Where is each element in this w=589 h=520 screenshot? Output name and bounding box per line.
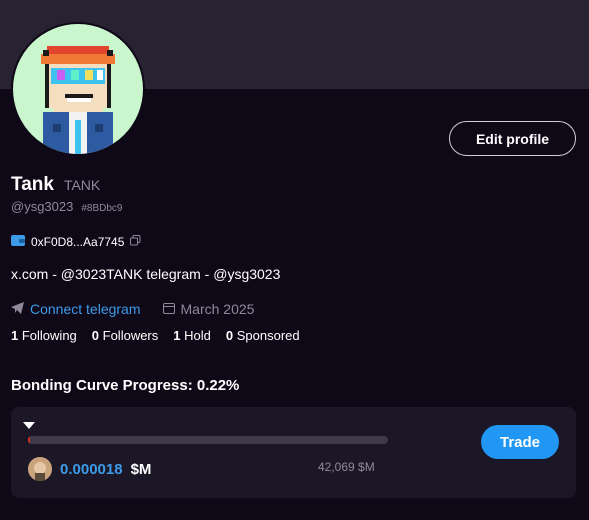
- stat-count: 0: [91, 328, 100, 343]
- stat-following[interactable]: 1 Following: [11, 328, 77, 343]
- coin-row: 0.000018 $M: [28, 457, 151, 481]
- token-unit: $M: [130, 460, 152, 478]
- connect-telegram-link[interactable]: Connect telegram: [30, 301, 141, 317]
- stat-followers[interactable]: 0 Followers: [92, 328, 158, 343]
- telegram-icon: [11, 301, 24, 317]
- stat-label: Following: [21, 328, 77, 343]
- stat-label: Hold: [184, 328, 211, 343]
- stat-hold[interactable]: 1 Hold: [173, 328, 211, 343]
- stat-label: Sponsored: [236, 328, 300, 343]
- profile-bio: x.com - @3023TANK telegram - @ysg3023: [11, 266, 281, 282]
- progress-bar: [28, 436, 388, 444]
- profile-handle: @ysg3023: [11, 199, 74, 214]
- progress-bar-fill: [28, 436, 31, 444]
- stat-count: 1: [11, 328, 19, 343]
- stat-count: 1: [173, 328, 181, 343]
- meta-row: Connect telegram March 2025: [11, 301, 254, 317]
- market-cap-target: 42,069 $M: [318, 460, 375, 474]
- avatar[interactable]: [11, 22, 145, 156]
- stat-label: Followers: [102, 328, 159, 343]
- progress-marker-icon: [23, 422, 35, 429]
- wallet-address: 0xF0D8...Aa7745: [31, 235, 125, 249]
- joined-date: March 2025: [180, 301, 255, 317]
- profile-ticker: TANK: [63, 177, 101, 193]
- calendar-icon: [162, 301, 175, 317]
- token-avatar-icon: [28, 457, 52, 481]
- profile-hash: #8BDbc9: [81, 203, 123, 214]
- wallet-icon: [11, 233, 25, 251]
- bonding-curve-title: Bonding Curve Progress: 0.22%: [11, 377, 240, 394]
- profile-name: Tank: [11, 174, 54, 195]
- token-amount: 0.000018: [60, 460, 123, 478]
- copy-icon[interactable]: [130, 233, 141, 251]
- stats-row: 1 Following 0 Followers 1 Hold 0 Sponsor…: [11, 328, 300, 343]
- trade-button[interactable]: Trade: [481, 425, 559, 459]
- pixel-avatar-image: [13, 24, 143, 154]
- stat-count: 0: [225, 328, 234, 343]
- wallet-row: 0xF0D8...Aa7745: [11, 233, 141, 251]
- bonding-curve-card: 0.000018 $M 42,069 $M Trade: [11, 407, 576, 498]
- stat-sponsored[interactable]: 0 Sponsored: [226, 328, 300, 343]
- edit-profile-button[interactable]: Edit profile: [449, 121, 576, 156]
- name-row: Tank TANK: [11, 174, 100, 196]
- handle-row: @ysg3023 #8BDbc9: [11, 199, 123, 214]
